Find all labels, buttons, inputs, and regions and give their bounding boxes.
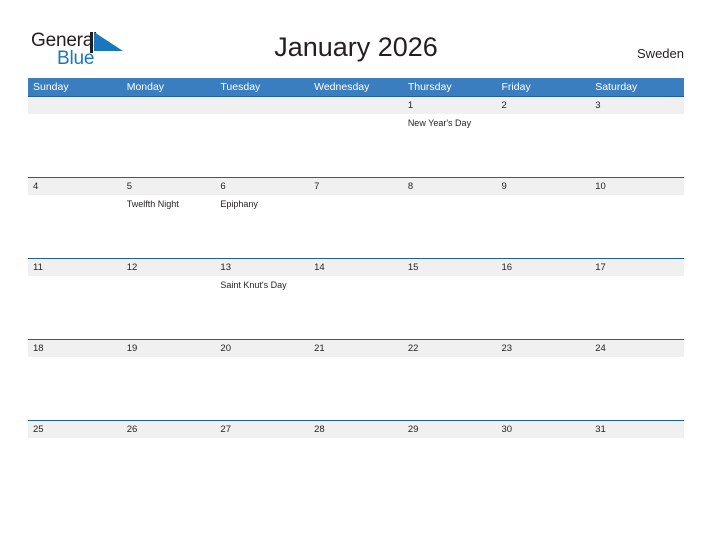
day-event [590,195,684,257]
day-event [309,438,403,500]
day-number[interactable]: 28 [309,421,403,438]
calendar-week-row: 1 2 3 New Year's Day [28,96,684,177]
page-header: General Blue January 2026 Sweden [0,0,712,78]
week-date-band: 1 2 3 [28,97,684,114]
day-event [497,195,591,257]
day-event [28,195,122,257]
day-number[interactable] [28,97,122,114]
week-date-band: 18 19 20 21 22 23 24 [28,340,684,357]
day-number[interactable]: 31 [590,421,684,438]
day-number[interactable]: 27 [215,421,309,438]
week-date-band: 4 5 6 7 8 9 10 [28,178,684,195]
day-event [590,438,684,500]
calendar-grid: Sunday Monday Tuesday Wednesday Thursday… [28,78,684,501]
day-number[interactable]: 12 [122,259,216,276]
day-number[interactable]: 21 [309,340,403,357]
day-event [497,114,591,176]
day-number[interactable]: 25 [28,421,122,438]
day-number[interactable]: 26 [122,421,216,438]
day-number[interactable] [215,97,309,114]
day-number[interactable]: 14 [309,259,403,276]
day-event: Twelfth Night [126,199,179,209]
day-number[interactable] [309,97,403,114]
day-number[interactable] [122,97,216,114]
weekday-header-friday: Friday [501,81,531,93]
week-date-band: 11 12 13 14 15 16 17 [28,259,684,276]
day-event [590,276,684,338]
day-event [497,357,591,419]
day-event [403,438,497,500]
calendar-week-row: 4 5 6 7 8 9 10 Twelfth Night Epiphany [28,177,684,258]
day-event [403,276,497,338]
calendar-week-row: 11 12 13 14 15 16 17 Saint Knut's Day [28,258,684,339]
day-event: New Year's Day [407,118,472,128]
day-event [590,114,684,176]
day-number[interactable]: 1 [403,97,497,114]
day-number[interactable]: 30 [497,421,591,438]
day-event [122,276,216,338]
day-event [122,357,216,419]
day-number[interactable]: 13 [215,259,309,276]
day-number[interactable]: 11 [28,259,122,276]
week-date-band: 25 26 27 28 29 30 31 [28,421,684,438]
day-number[interactable]: 2 [497,97,591,114]
calendar-page: General Blue January 2026 Sweden Sunday … [0,0,712,550]
day-number[interactable]: 17 [590,259,684,276]
weekday-header-sunday: Sunday [33,81,69,93]
weekday-header-row: Sunday Monday Tuesday Wednesday Thursday… [28,78,684,96]
calendar-week-row: 25 26 27 28 29 30 31 [28,420,684,501]
day-event [309,114,403,176]
day-number[interactable]: 7 [309,178,403,195]
day-event [28,114,122,176]
day-event [28,357,122,419]
week-event-band [28,357,684,419]
week-event-band: Saint Knut's Day [28,276,684,338]
day-event [215,114,309,176]
calendar-week-row: 18 19 20 21 22 23 24 [28,339,684,420]
weekday-header-thursday: Thursday [407,81,452,93]
day-event [215,438,309,500]
day-event [215,357,309,419]
week-event-band [28,438,684,500]
day-event [309,276,403,338]
day-number[interactable]: 15 [403,259,497,276]
day-event [28,438,122,500]
weekday-header-monday: Monday [126,81,165,93]
day-number[interactable]: 5 [122,178,216,195]
weekday-header-tuesday: Tuesday [220,81,261,93]
day-event: Saint Knut's Day [220,280,287,290]
day-number[interactable]: 19 [122,340,216,357]
day-event [309,357,403,419]
week-event-band: Twelfth Night Epiphany [28,195,684,257]
day-number[interactable]: 6 [215,178,309,195]
week-event-band: New Year's Day [28,114,684,176]
day-event [403,195,497,257]
day-number[interactable]: 22 [403,340,497,357]
day-number[interactable]: 16 [497,259,591,276]
day-number[interactable]: 3 [590,97,684,114]
day-number[interactable]: 10 [590,178,684,195]
day-number[interactable]: 9 [497,178,591,195]
weekday-header-saturday: Saturday [595,81,638,93]
weekday-header-wednesday: Wednesday [314,81,370,93]
day-event [122,114,216,176]
day-number[interactable]: 29 [403,421,497,438]
day-number[interactable]: 20 [215,340,309,357]
day-event [497,276,591,338]
day-number[interactable]: 4 [28,178,122,195]
day-event [497,438,591,500]
day-event [28,276,122,338]
day-number[interactable]: 18 [28,340,122,357]
day-number[interactable]: 23 [497,340,591,357]
day-number[interactable]: 24 [590,340,684,357]
day-number[interactable]: 8 [403,178,497,195]
day-event [309,195,403,257]
day-event [403,357,497,419]
day-event [122,438,216,500]
day-event: Epiphany [220,199,258,209]
day-event [590,357,684,419]
page-title: January 2026 [274,32,438,62]
country-label: Sweden [637,46,684,61]
